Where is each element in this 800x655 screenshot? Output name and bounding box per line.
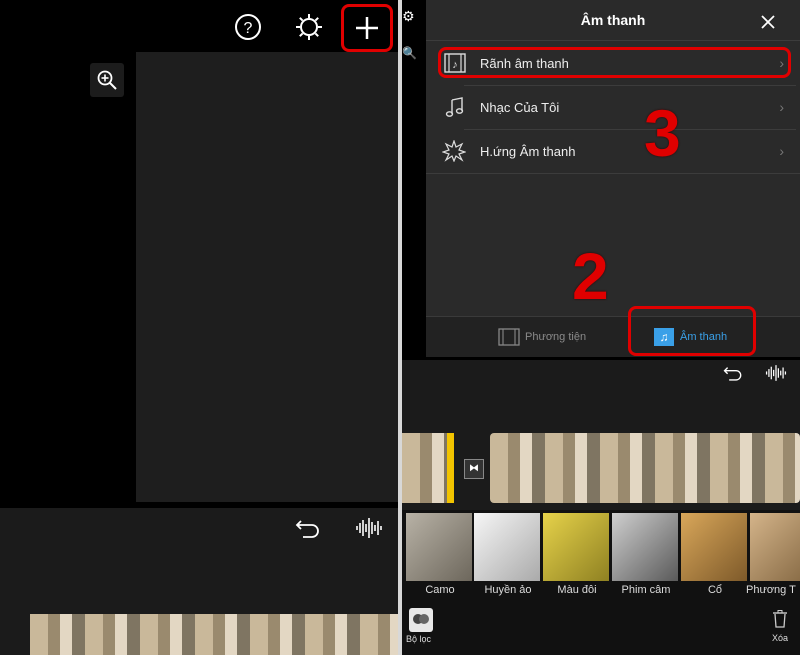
transition-button[interactable]: ⧓ [464,459,484,479]
chevron-right-icon: › [779,99,784,115]
tab-media[interactable]: Phương tiện [498,326,608,348]
delete-button[interactable]: Xóa [766,610,794,650]
music-note-icon [445,97,464,117]
selected-clip[interactable] [402,433,454,503]
tab-media-label: Phương tiện [525,331,587,343]
filter-thumb-silent[interactable] [612,513,678,581]
filter-thumb-duotone[interactable] [543,513,609,581]
underlying-settings-icon: ⚙ [402,8,415,24]
delete-button-label: Xóa [771,633,788,643]
undo-button[interactable] [722,362,744,384]
svg-text:?: ? [244,20,253,37]
film-icon [498,328,520,346]
filter-button[interactable]: Bộ lọc [406,608,436,648]
settings-button[interactable] [294,12,324,42]
filter-thumb-western[interactable] [750,513,800,581]
video-clip-strip[interactable] [30,614,398,655]
filter-label: Cổ [707,584,723,596]
chevron-right-icon: › [779,143,784,159]
waveform-icon [356,518,382,538]
filter-thumb-camo[interactable] [406,513,472,581]
undo-icon [295,520,319,538]
underlying-zoom-icon: 🔍 [402,46,417,60]
menu-item-my-music-label: Nhạc Của Tôi [480,99,560,115]
menu-item-sound-effects-label: H.ứng Âm thanh [480,143,576,159]
undo-button[interactable] [293,515,323,541]
music-icon: ♫ [654,328,674,346]
undo-icon [723,367,742,381]
question-circle-icon: ? [235,14,261,40]
filter-label: Màu đôi [557,584,597,596]
tab-audio[interactable]: ♫ Âm thanh [654,326,754,348]
filter-icon [409,608,433,632]
audio-waveform-button[interactable] [354,515,384,541]
audio-panel-title: Âm thanh [580,12,646,28]
burst-icon [442,140,466,162]
zoom-button[interactable] [90,63,124,97]
filter-thumb-vintage[interactable] [681,513,747,581]
help-button[interactable]: ? [234,13,262,41]
add-button[interactable] [352,13,382,43]
right-screen: ⚙ 🔍 Âm thanh ♪ Rãnh âm thanh › Nhạc Của … [402,0,800,655]
video-clip-strip[interactable] [490,433,800,503]
step-label-3: 3 [644,96,681,170]
close-button[interactable] [756,10,780,34]
gear-icon [296,14,322,40]
tab-audio-label: Âm thanh [680,331,728,343]
filter-label: Phương T [746,584,796,596]
audio-waveform-button[interactable] [764,362,788,384]
waveform-icon [765,365,787,381]
filter-label: Camo [425,584,455,596]
menu-item-sound-effects[interactable]: H.ứng Âm thanh › [426,129,796,173]
menu-item-my-music[interactable]: Nhạc Của Tôi › [426,85,796,129]
soundtracks-highlight [438,47,791,78]
close-icon [761,15,775,29]
filter-button-label: Bộ lọc [406,634,432,644]
row-divider [426,173,800,174]
filter-thumb-dreamy[interactable] [474,513,540,581]
video-preview[interactable] [136,52,398,502]
filter-label: Phim câm [621,584,671,596]
trash-icon [773,610,787,628]
step-label-2: 2 [572,239,609,313]
left-screen: ? 1 [0,0,398,655]
zoom-in-icon [97,70,117,90]
plus-icon [356,17,378,39]
filter-label: Huyền ảo [484,584,532,596]
